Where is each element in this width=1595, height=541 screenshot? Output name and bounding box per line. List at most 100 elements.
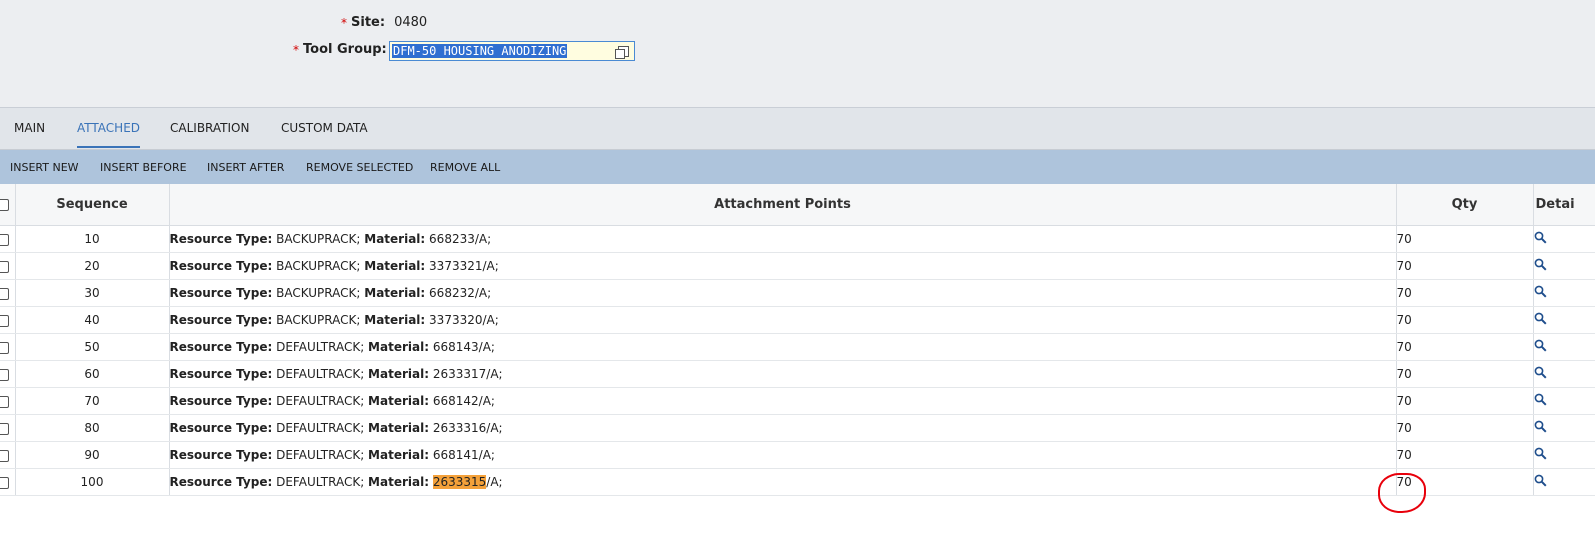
sequence-cell[interactable]: 70 [15, 387, 170, 415]
table-row[interactable]: 60 Resource Type: DEFAULTRACK; Material: … [0, 360, 1595, 388]
sequence-cell[interactable]: 90 [15, 441, 170, 469]
material-suffix: /A; [486, 421, 503, 435]
row-checkbox[interactable] [0, 476, 9, 489]
table-row[interactable]: 10 Resource Type: BACKUPRACK; Material: 6… [0, 225, 1595, 253]
tab-bar: MAIN ATTACHED CALIBRATION CUSTOM DATA [0, 108, 1595, 150]
qty-cell[interactable]: 70 [1396, 414, 1534, 442]
row-checkbox[interactable] [0, 287, 9, 300]
sequence-cell[interactable]: 40 [15, 306, 170, 334]
material-label: Material: [364, 232, 426, 246]
qty-cell[interactable]: 70 [1396, 306, 1534, 334]
magnifier-icon[interactable] [1534, 312, 1547, 328]
sequence-header[interactable]: Sequence [15, 184, 170, 226]
tab-attached[interactable]: ATTACHED [77, 108, 141, 148]
table-row[interactable]: 50 Resource Type: DEFAULTRACK; Material: … [0, 333, 1595, 361]
details-cell [1533, 279, 1595, 307]
attachment-points-cell[interactable]: Resource Type: DEFAULTRACK; Material: 66… [169, 387, 1397, 415]
tool-group-value[interactable]: DFM-50 HOUSING ANODIZING [392, 44, 568, 58]
attachment-points-cell[interactable]: Resource Type: DEFAULTRACK; Material: 26… [169, 414, 1397, 442]
qty-header[interactable]: Qty [1396, 184, 1534, 226]
resource-type-value: DEFAULTRACK [276, 340, 361, 354]
qty-cell[interactable]: 70 [1396, 333, 1534, 361]
attachment-points-cell[interactable]: Resource Type: DEFAULTRACK; Material: 66… [169, 441, 1397, 469]
details-cell [1533, 414, 1595, 442]
attachment-points-cell[interactable]: Resource Type: BACKUPRACK; Material: 337… [169, 306, 1397, 334]
attachment-points-header[interactable]: Attachment Points [169, 184, 1397, 226]
table-row[interactable]: 40 Resource Type: BACKUPRACK; Material: 3… [0, 306, 1595, 334]
material-label: Material: [368, 394, 430, 408]
resource-type-value: BACKUPRACK [276, 286, 357, 300]
qty-cell[interactable]: 70 [1396, 360, 1534, 388]
table-row[interactable]: 30 Resource Type: BACKUPRACK; Material: 6… [0, 279, 1595, 307]
sequence-cell[interactable]: 30 [15, 279, 170, 307]
magnifier-icon[interactable] [1534, 366, 1547, 382]
select-all-checkbox[interactable] [0, 198, 9, 211]
sequence-cell[interactable]: 100 [15, 468, 170, 496]
magnifier-icon[interactable] [1534, 285, 1547, 301]
table-row[interactable]: 20 Resource Type: BACKUPRACK; Material: 3… [0, 252, 1595, 280]
details-cell [1533, 306, 1595, 334]
qty-cell[interactable]: 70 [1396, 225, 1534, 253]
qty-cell[interactable]: 70 [1396, 387, 1534, 415]
tab-main[interactable]: MAIN [14, 108, 45, 148]
material-suffix: /A; [486, 367, 503, 381]
table-row[interactable]: 100 Resource Type: DEFAULTRACK; Material:… [0, 468, 1595, 496]
attachment-points-cell[interactable]: Resource Type: DEFAULTRACK; Material: 26… [169, 360, 1397, 388]
row-checkbox[interactable] [0, 341, 9, 354]
magnifier-icon[interactable] [1534, 339, 1547, 355]
attachment-points-cell[interactable]: Resource Type: DEFAULTRACK; Material: 66… [169, 333, 1397, 361]
browse-icon[interactable] [615, 46, 629, 59]
tab-custom-data[interactable]: CUSTOM DATA [281, 108, 368, 148]
row-select-cell [0, 360, 16, 388]
qty-cell[interactable]: 70 [1396, 252, 1534, 280]
qty-cell[interactable]: 70 [1396, 279, 1534, 307]
attachment-points-cell[interactable]: Resource Type: BACKUPRACK; Material: 668… [169, 225, 1397, 253]
row-select-cell [0, 252, 16, 280]
required-mark: * [341, 15, 347, 30]
resource-type-value: BACKUPRACK [276, 313, 357, 327]
magnifier-icon[interactable] [1534, 420, 1547, 436]
attachment-points-cell[interactable]: Resource Type: BACKUPRACK; Material: 337… [169, 252, 1397, 280]
insert-new-button[interactable]: INSERT NEW [10, 150, 79, 184]
resource-type-label: Resource Type: [169, 475, 273, 489]
row-checkbox[interactable] [0, 422, 9, 435]
row-select-cell [0, 387, 16, 415]
sequence-cell[interactable]: 80 [15, 414, 170, 442]
magnifier-icon[interactable] [1534, 474, 1547, 490]
table-row[interactable]: 90 Resource Type: DEFAULTRACK; Material: … [0, 441, 1595, 469]
tool-group-input[interactable]: DFM-50 HOUSING ANODIZING [389, 41, 635, 61]
attachment-points-cell[interactable]: Resource Type: DEFAULTRACK; Material: 26… [169, 468, 1397, 496]
table-row[interactable]: 70 Resource Type: DEFAULTRACK; Material: … [0, 387, 1595, 415]
attached-grid: Sequence Attachment Points Qty Detai 10 R… [0, 184, 1595, 496]
sequence-cell[interactable]: 10 [15, 225, 170, 253]
insert-before-button[interactable]: INSERT BEFORE [100, 150, 187, 184]
magnifier-icon[interactable] [1534, 393, 1547, 409]
magnifier-icon[interactable] [1534, 447, 1547, 463]
grid-toolbar: INSERT NEW INSERT BEFORE INSERT AFTER RE… [0, 150, 1595, 184]
details-cell [1533, 225, 1595, 253]
sequence-cell[interactable]: 20 [15, 252, 170, 280]
attachment-points-cell[interactable]: Resource Type: BACKUPRACK; Material: 668… [169, 279, 1397, 307]
magnifier-icon[interactable] [1534, 258, 1547, 274]
remove-all-button[interactable]: REMOVE ALL [430, 150, 500, 184]
sequence-cell[interactable]: 60 [15, 360, 170, 388]
row-checkbox[interactable] [0, 449, 9, 462]
row-checkbox[interactable] [0, 260, 9, 273]
sequence-cell[interactable]: 50 [15, 333, 170, 361]
row-checkbox[interactable] [0, 233, 9, 246]
row-select-cell [0, 441, 16, 469]
details-cell [1533, 441, 1595, 469]
qty-cell[interactable]: 70 [1396, 441, 1534, 469]
remove-selected-button[interactable]: REMOVE SELECTED [306, 150, 413, 184]
row-checkbox[interactable] [0, 395, 9, 408]
tab-calibration[interactable]: CALIBRATION [170, 108, 249, 148]
insert-after-button[interactable]: INSERT AFTER [207, 150, 284, 184]
row-checkbox[interactable] [0, 314, 9, 327]
qty-cell[interactable]: 70 [1396, 468, 1534, 496]
resource-type-value: DEFAULTRACK [276, 421, 361, 435]
table-row[interactable]: 80 Resource Type: DEFAULTRACK; Material: … [0, 414, 1595, 442]
row-checkbox[interactable] [0, 368, 9, 381]
site-label: Site: [351, 15, 386, 30]
magnifier-icon[interactable] [1534, 231, 1547, 247]
material-value: 668143 [432, 340, 479, 354]
